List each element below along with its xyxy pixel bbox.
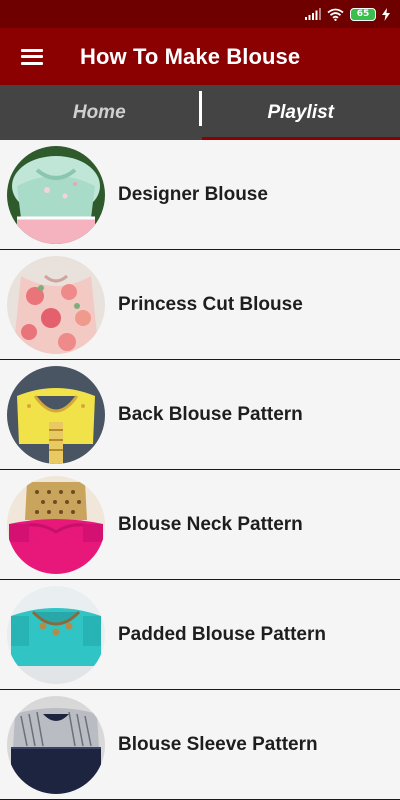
- menu-button[interactable]: [0, 28, 64, 85]
- tab-playlist[interactable]: Playlist: [201, 85, 400, 140]
- list-item[interactable]: Designer Blouse: [0, 140, 400, 250]
- thumbnail-image: [7, 585, 105, 684]
- app-bar: How To Make Blouse: [0, 28, 400, 85]
- list-item[interactable]: Blouse Neck Pattern: [0, 470, 400, 580]
- tab-bar: Home Playlist: [0, 85, 400, 140]
- list-item[interactable]: Blouse Sleeve Pattern: [0, 690, 400, 800]
- thumbnail-image: [7, 475, 105, 574]
- thumbnail-image: [7, 695, 105, 794]
- list-item-label: Princess Cut Blouse: [118, 293, 303, 315]
- thumbnail-image: [7, 255, 105, 354]
- list-item-label: Padded Blouse Pattern: [118, 623, 326, 645]
- list-item-label: Back Blouse Pattern: [118, 403, 303, 425]
- battery-level: 65: [356, 8, 370, 19]
- list-item-label: Designer Blouse: [118, 183, 268, 205]
- list-item[interactable]: Back Blouse Pattern: [0, 360, 400, 470]
- status-bar: 65: [0, 0, 400, 28]
- list-item-label: Blouse Sleeve Pattern: [118, 733, 318, 755]
- list-item[interactable]: Padded Blouse Pattern: [0, 580, 400, 690]
- app-title: How To Make Blouse: [80, 43, 301, 69]
- tab-home[interactable]: Home: [0, 85, 199, 140]
- charging-icon: [382, 7, 390, 21]
- wifi-icon: [327, 8, 344, 21]
- playlist-list: Designer Blouse Princess Cut Blouse Back…: [0, 140, 400, 800]
- hamburger-menu-icon: [21, 48, 43, 65]
- signal-icon: [305, 8, 321, 20]
- thumbnail-image: [7, 145, 105, 244]
- list-item[interactable]: Princess Cut Blouse: [0, 250, 400, 360]
- thumbnail-image: [7, 365, 105, 464]
- battery-icon: 65: [350, 7, 376, 21]
- list-item-label: Blouse Neck Pattern: [118, 513, 303, 535]
